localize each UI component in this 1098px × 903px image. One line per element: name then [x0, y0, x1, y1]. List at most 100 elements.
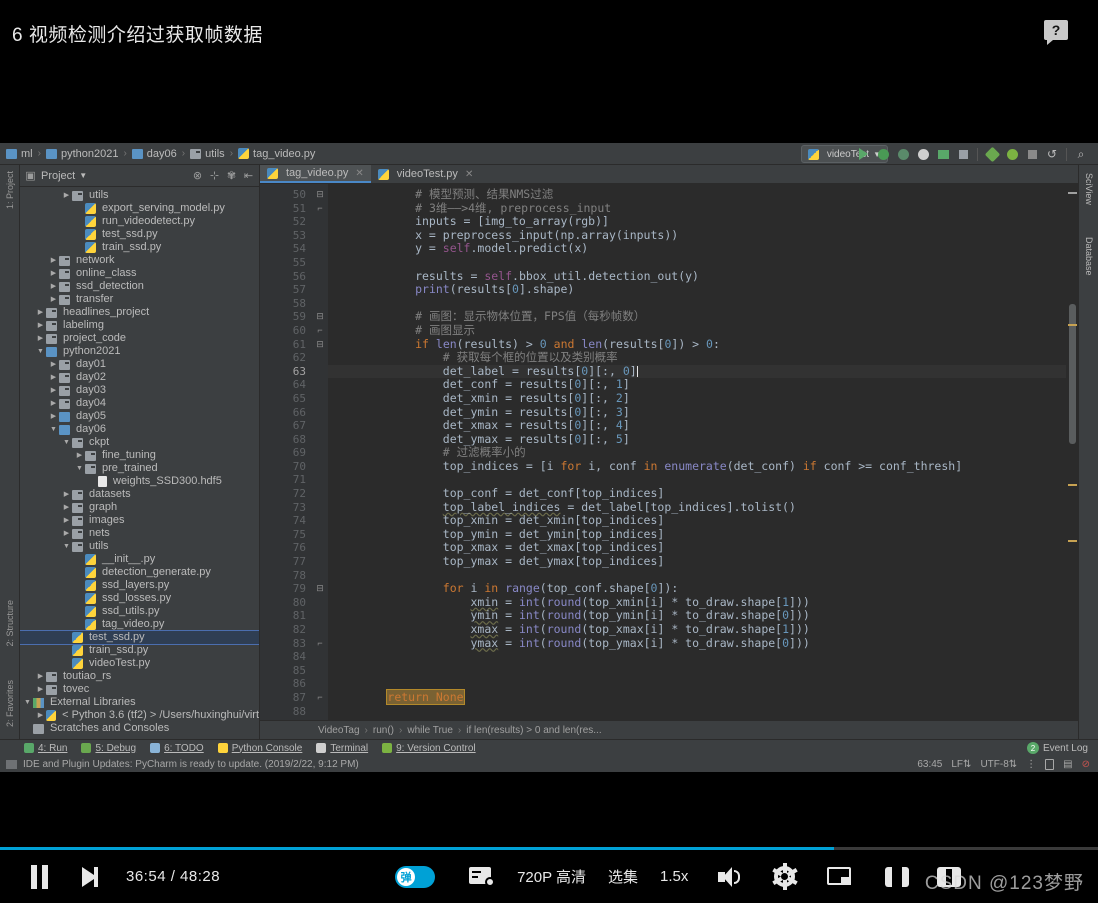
- breadcrumb-item-utils[interactable]: utils: [190, 148, 225, 160]
- chevron-right-icon[interactable]: ▶: [48, 267, 59, 280]
- tool-tab-sciview[interactable]: SciView: [1079, 173, 1098, 205]
- fold-marker[interactable]: ⌐: [312, 691, 328, 705]
- search-icon[interactable]: ⌕: [1072, 145, 1090, 163]
- tree-item-labelimg[interactable]: ▶ labelimg: [20, 319, 259, 332]
- code-line[interactable]: # 模型预测、结果NMS过滤: [328, 187, 1078, 202]
- editor-scrollbar[interactable]: [1066, 184, 1078, 720]
- tree-item-tag_video.py[interactable]: tag_video.py: [20, 618, 259, 631]
- tree-item-utils[interactable]: ▶ utils: [20, 189, 259, 202]
- tree-item-ckpt[interactable]: ▼ ckpt: [20, 436, 259, 449]
- breadcrumb-item-python2021[interactable]: python2021: [45, 148, 118, 160]
- tree-item-pre_trained[interactable]: ▼ pre_trained: [20, 462, 259, 475]
- code-line[interactable]: [328, 677, 1078, 691]
- code-line[interactable]: [328, 297, 1078, 311]
- line-separator[interactable]: LF⇅: [951, 759, 971, 770]
- chevron-right-icon[interactable]: ▶: [35, 319, 46, 332]
- tool-window-terminal[interactable]: Terminal: [316, 743, 368, 754]
- editor-breadcrumb-item[interactable]: VideoTag: [318, 725, 360, 736]
- tree-item-ssd_losses.py[interactable]: ssd_losses.py: [20, 592, 259, 605]
- tree-item---python-3.6--tf2------users-huxinghui-virt[interactable]: ▶ < Python 3.6 (tf2) > /Users/huxinghui/v…: [20, 709, 259, 722]
- fold-marker[interactable]: ⊟: [312, 188, 328, 202]
- tree-item-online_class[interactable]: ▶ online_class: [20, 267, 259, 280]
- tree-item-ssd_layers.py[interactable]: ssd_layers.py: [20, 579, 259, 592]
- chevron-right-icon[interactable]: ▶: [35, 306, 46, 319]
- code-line[interactable]: # 过滤概率小的: [328, 445, 1078, 460]
- code-line[interactable]: top_ymax = det_ymax[top_indices]: [328, 554, 1078, 569]
- coverage-icon[interactable]: [894, 145, 912, 163]
- editor-breadcrumb-item[interactable]: if len(results) > 0 and len(res...: [466, 725, 601, 736]
- code-line[interactable]: det_ymin = results[0][:, 3]: [328, 405, 1078, 420]
- code-line[interactable]: [328, 473, 1078, 487]
- chevron-right-icon[interactable]: ▶: [48, 254, 59, 267]
- code-line[interactable]: print(results[0].shape): [328, 282, 1078, 297]
- expand-icon[interactable]: ⊹: [208, 169, 221, 182]
- chevron-right-icon[interactable]: ▶: [48, 358, 59, 371]
- profile-icon[interactable]: [914, 145, 932, 163]
- lock-icon[interactable]: [1045, 758, 1055, 770]
- tree-item-network[interactable]: ▶ network: [20, 254, 259, 267]
- tree-item-external-libraries[interactable]: ▼ External Libraries: [20, 696, 259, 709]
- tree-item-utils[interactable]: ▼ utils: [20, 540, 259, 553]
- code-line[interactable]: # 画图：显示物体位置，FPS值（每秒帧数）: [328, 310, 1078, 324]
- tool-window-4--run[interactable]: 4: Run: [24, 743, 67, 754]
- code-line[interactable]: [328, 650, 1078, 664]
- code-content[interactable]: # 模型预测、结果NMS过滤 # 3维——>4维, preprocess_inp…: [328, 184, 1078, 720]
- danmaku-toggle[interactable]: 弹: [395, 865, 436, 888]
- code-line[interactable]: results = self.bbox_util.detection_out(y…: [328, 269, 1078, 284]
- code-line[interactable]: det_conf = results[0][:, 1]: [328, 378, 1078, 392]
- tree-item-graph[interactable]: ▶ graph: [20, 501, 259, 514]
- chevron-right-icon[interactable]: ▶: [35, 683, 46, 696]
- tool-tab-favorites[interactable]: 2: Favorites: [5, 680, 15, 727]
- chevron-down-icon[interactable]: ▼: [74, 462, 85, 475]
- tree-item-__init__.py[interactable]: __init__.py: [20, 553, 259, 566]
- code-line[interactable]: [328, 664, 1078, 678]
- tree-item-day02[interactable]: ▶ day02: [20, 371, 259, 384]
- pause-button[interactable]: [28, 864, 50, 889]
- event-log-button[interactable]: 2 Event Log: [1026, 742, 1088, 754]
- project-tree[interactable]: ▶ utils export_serving_model.py run_videode…: [20, 187, 259, 739]
- tree-item-transfer[interactable]: ▶ transfer: [20, 293, 259, 306]
- help-bubble-icon[interactable]: ?: [1044, 20, 1070, 45]
- next-episode-button[interactable]: [78, 866, 100, 887]
- code-line[interactable]: det_xmax = results[0][:, 4]: [328, 418, 1078, 433]
- vcs-icon[interactable]: [1003, 145, 1021, 163]
- tree-item-nets[interactable]: ▶ nets: [20, 527, 259, 540]
- code-editor[interactable]: 50 51 52 53 54 55 56 57 58 59 60 61 62 63 64 65 66 67 68 69…: [260, 184, 1078, 720]
- code-line[interactable]: return None: [328, 688, 1078, 705]
- playback-speed-button[interactable]: 1.5x: [660, 868, 688, 885]
- widescreen-icon[interactable]: [885, 866, 910, 887]
- code-line[interactable]: xmax = int(round(top_xmax[i] * to_draw.s…: [328, 622, 1078, 637]
- tree-item-day06[interactable]: ▼ day06: [20, 423, 259, 436]
- code-line[interactable]: det_xmin = results[0][:, 2]: [328, 391, 1078, 406]
- tool-window-5--debug[interactable]: 5: Debug: [81, 743, 136, 754]
- stop-icon[interactable]: [954, 145, 972, 163]
- code-line[interactable]: top_indices = [i for i, conf in enumerat…: [328, 459, 1078, 474]
- chevron-right-icon[interactable]: ▶: [35, 670, 46, 683]
- chevron-right-icon[interactable]: ▶: [61, 189, 72, 202]
- editor-tab-videotest-py[interactable]: videoTest.py ✕: [370, 165, 481, 183]
- tree-item-day04[interactable]: ▶ day04: [20, 397, 259, 410]
- code-line[interactable]: [328, 705, 1078, 719]
- editor-tab-tag_video-py[interactable]: tag_video.py ✕: [260, 165, 371, 183]
- danmaku-settings-icon[interactable]: [469, 866, 496, 887]
- code-line[interactable]: det_ymax = results[0][:, 5]: [328, 432, 1078, 447]
- memory-icon[interactable]: ▤: [1063, 759, 1072, 770]
- breadcrumb[interactable]: ml › python2021 › day06 › utils › tag_video.py: [6, 148, 315, 160]
- chevron-down-icon[interactable]: ▼: [35, 345, 46, 358]
- volume-icon[interactable]: [718, 866, 742, 888]
- chevron-right-icon[interactable]: ▶: [48, 280, 59, 293]
- tool-tab-project[interactable]: 1: Project: [5, 171, 15, 209]
- chevron-right-icon[interactable]: ▶: [61, 527, 72, 540]
- breadcrumb-item-day06[interactable]: day06: [131, 148, 177, 160]
- code-line[interactable]: [328, 569, 1078, 583]
- tool-tab-structure[interactable]: 2: Structure: [5, 600, 15, 647]
- code-line[interactable]: xmin = int(round(top_xmin[i] * to_draw.s…: [328, 595, 1078, 610]
- fold-gutter[interactable]: ⊟ ⌐ ⊟ ⌐ ⊟ ⊟ ⌐ ⌐: [312, 184, 328, 720]
- code-line[interactable]: # 画图显示: [328, 323, 1078, 338]
- chevron-right-icon[interactable]: ▶: [61, 488, 72, 501]
- code-line[interactable]: top_label_indices = det_label[top_indice…: [328, 500, 1078, 515]
- tool-window-python-console[interactable]: Python Console: [217, 743, 302, 754]
- episodes-button[interactable]: 选集: [608, 866, 638, 887]
- code-line[interactable]: if len(results) > 0 and len(results[0]) …: [328, 337, 1078, 352]
- chevron-right-icon[interactable]: ▶: [48, 293, 59, 306]
